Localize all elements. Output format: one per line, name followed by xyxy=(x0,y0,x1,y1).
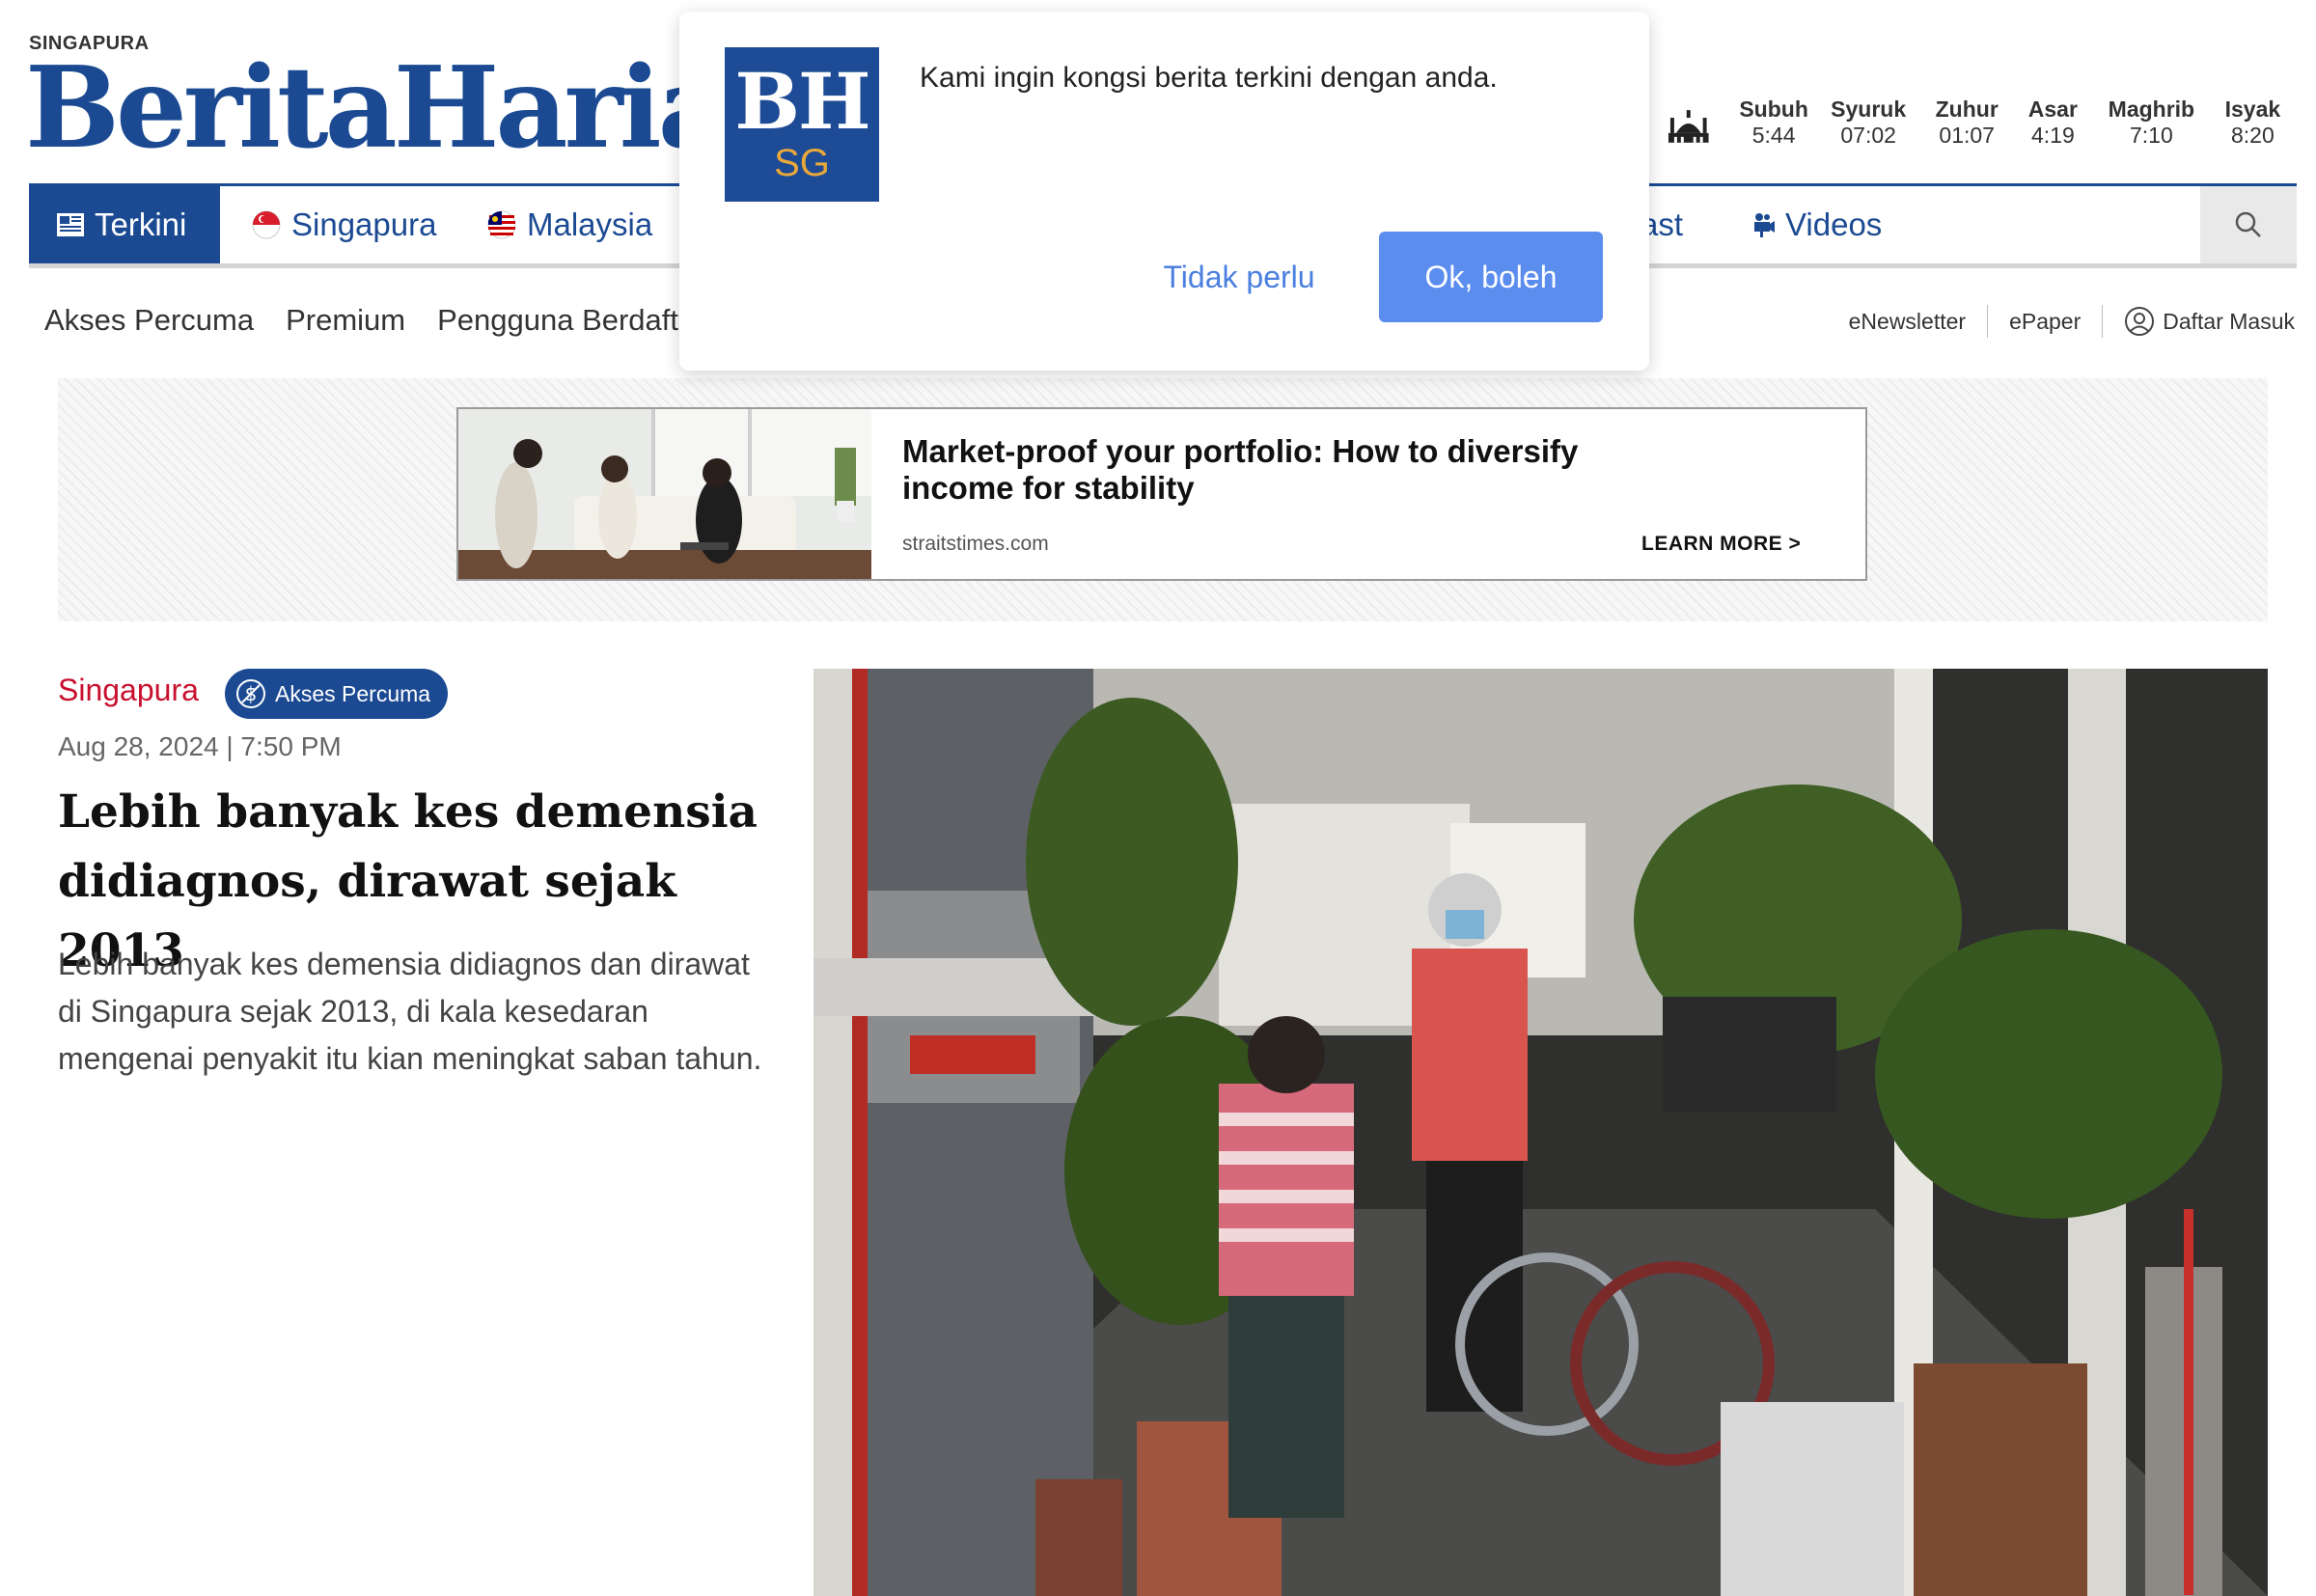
prayer-times: Subuh 5:44 Syuruk 07:02 Zuhur 01:07 Asar 4:1… xyxy=(1665,96,2294,154)
prayer-isyak: Isyak 8:20 xyxy=(2224,96,2281,149)
singapore-flag-icon xyxy=(252,210,281,239)
allow-button[interactable]: Ok, boleh xyxy=(1379,232,1603,322)
ad-title[interactable]: Market-proof your portfolio: How to dive… xyxy=(902,433,1636,508)
notification-permission-dialog: BH SG Kami ingin kongsi berita terkini d… xyxy=(679,12,1649,371)
dollar-icon: $ xyxy=(236,679,265,708)
video-camera-icon xyxy=(1754,213,1775,237)
epaper-link[interactable]: ePaper xyxy=(2009,309,2081,335)
subnav-item-pengguna-berdaftar[interactable]: Pengguna Berdaft xyxy=(437,303,678,338)
prayer-zuhur: Zuhur 01:07 xyxy=(1935,96,1999,149)
enewsletter-link[interactable]: eNewsletter xyxy=(1849,309,1966,335)
nav-item-singapura[interactable]: Singapura xyxy=(251,186,436,263)
newspaper-icon xyxy=(57,213,84,236)
ad-image xyxy=(458,409,871,579)
prayer-subuh: Subuh 5:44 xyxy=(1739,96,1808,149)
mosque-icon xyxy=(1668,110,1709,143)
ad-banner[interactable]: Market-proof your portfolio: How to dive… xyxy=(456,407,1867,581)
free-access-badge: $ Akses Percuma xyxy=(225,669,449,719)
ad-learn-more-link[interactable]: LEARN MORE > xyxy=(1641,533,1801,556)
subnav-item-premium[interactable]: Premium xyxy=(286,303,405,338)
deny-button[interactable]: Tidak perlu xyxy=(1143,232,1336,322)
nav-item-malaysia[interactable]: Malaysia xyxy=(486,186,652,263)
divider xyxy=(1987,305,1989,338)
prayer-asar: Asar 4:19 xyxy=(2027,96,2078,149)
ad-container: Market-proof your portfolio: How to dive… xyxy=(58,378,2268,621)
divider xyxy=(2102,305,2104,338)
article-category[interactable]: Singapura xyxy=(58,673,199,708)
ad-domain: straitstimes.com xyxy=(902,533,1049,555)
search-button[interactable] xyxy=(2200,186,2297,263)
prayer-syuruk: Syuruk 07:02 xyxy=(1831,96,1907,149)
nav-item-terkini[interactable]: Terkini xyxy=(29,186,220,263)
subnav-item-akses-percuma[interactable]: Akses Percuma xyxy=(44,303,254,338)
utility-links: eNewsletter ePaper Daftar Masuk xyxy=(1849,305,2295,338)
bh-sg-logo: BH SG xyxy=(725,47,879,202)
article-summary: Lebih banyak kes demensia didiagnos dan … xyxy=(58,947,762,1076)
article-date: Aug 28, 2024 | 7:50 PM xyxy=(58,731,342,761)
article-photo[interactable] xyxy=(813,669,2268,1596)
prayer-maghrib: Maghrib 7:10 xyxy=(2108,96,2195,149)
login-link[interactable]: Daftar Masuk xyxy=(2124,306,2295,337)
user-icon xyxy=(2125,307,2155,336)
dialog-message: Kami ingin kongsi berita terkini dengan … xyxy=(920,62,1498,94)
sub-nav: Akses Percuma Premium Pengguna Berdaft xyxy=(44,303,678,338)
search-icon xyxy=(2235,211,2261,237)
nav-item-videos[interactable]: Videos xyxy=(1751,186,1882,263)
malaysia-flag-icon xyxy=(487,210,516,239)
